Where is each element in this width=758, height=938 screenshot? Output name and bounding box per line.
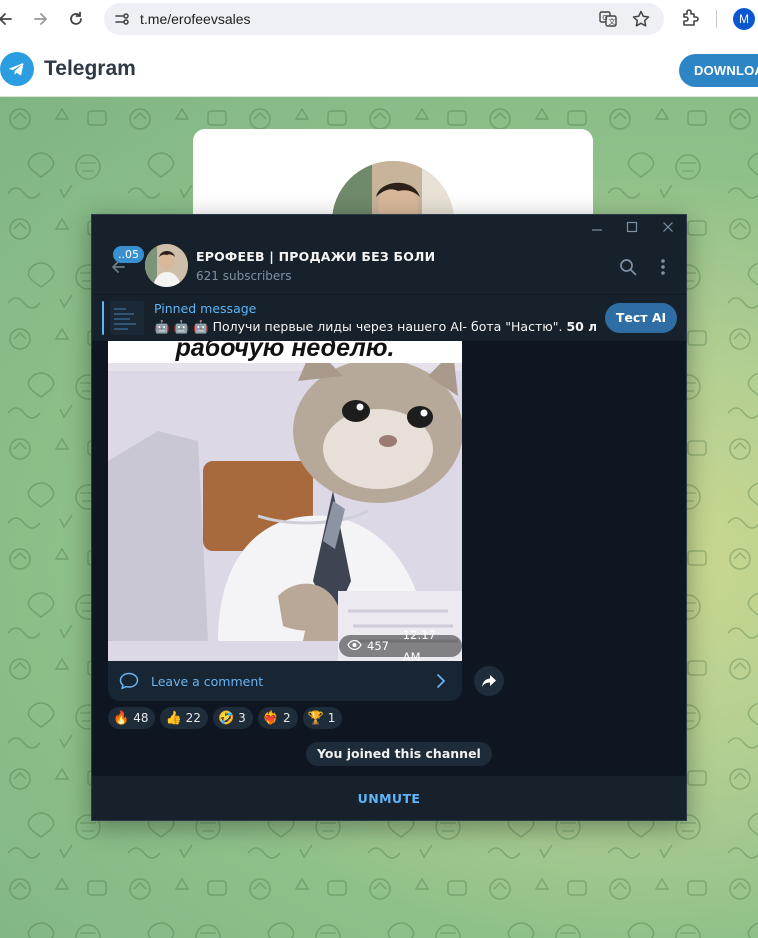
reaction-chip[interactable]: 🏆 1 — [302, 707, 343, 729]
telegram-brand-title[interactable]: Telegram — [44, 57, 136, 81]
reaction-chip[interactable]: 🤣 3 — [212, 707, 253, 729]
bookmark-star-icon[interactable] — [631, 9, 651, 33]
post-meta: 457 12:17 AM — [339, 628, 462, 661]
pinned-text: 🤖 🤖 🤖 Получи первые лиды через нашего AI… — [154, 319, 596, 334]
bottom-action-bar: UNMUTE — [92, 775, 686, 820]
post-image[interactable]: рабочую неделю. 457 12:17 AM — [108, 341, 462, 661]
message-list[interactable]: рабочую неделю. 457 12:17 AM Leave a com… — [92, 341, 686, 775]
subscriber-count: 621 subscribers — [196, 269, 292, 283]
window-titlebar[interactable] — [92, 215, 686, 239]
extensions-puzzle-icon[interactable] — [679, 7, 701, 33]
forward-share-button[interactable] — [474, 666, 504, 696]
channel-name[interactable]: ЕРОФЕЕВ | ПРОДАЖИ БЕЗ БОЛИ — [196, 249, 435, 264]
translate-icon[interactable]: G文 — [598, 9, 618, 33]
telegram-logo-icon[interactable] — [0, 52, 34, 86]
test-ai-button[interactable]: Тест AI — [605, 303, 677, 333]
leave-comment-label: Leave a comment — [151, 674, 264, 689]
svg-text:文: 文 — [609, 17, 616, 26]
pinned-title: Pinned message — [154, 301, 257, 316]
site-info-icon[interactable] — [114, 11, 130, 31]
close-icon[interactable] — [659, 218, 677, 236]
reaction-chip[interactable]: ❤️‍🔥 2 — [257, 707, 298, 729]
minimize-icon[interactable] — [588, 218, 606, 236]
post-time: 12:17 AM — [402, 628, 436, 661]
unread-count-badge: ..05 — [113, 246, 144, 263]
chat-header: ..05 ЕРОФЕЕВ | ПРОДАЖИ БЕЗ БОЛИ 621 subs… — [92, 239, 686, 295]
svg-text:G: G — [602, 14, 607, 22]
reaction-chip[interactable]: 🔥 48 — [108, 707, 156, 729]
back-icon[interactable] — [0, 7, 18, 31]
share-arrow-icon — [482, 675, 496, 687]
unmute-button[interactable]: UNMUTE — [92, 791, 686, 806]
cat-meme-illustration — [108, 341, 462, 661]
reaction-chip[interactable]: 👍 22 — [160, 707, 208, 729]
views-count: 457 — [367, 639, 389, 653]
forward-icon[interactable] — [28, 7, 52, 31]
telegram-web-header: Telegram DOWNLOAD — [0, 38, 758, 97]
meme-caption: рабочую неделю. — [108, 341, 462, 363]
joined-channel-notice: You joined this channel — [306, 742, 492, 766]
maximize-icon[interactable] — [623, 218, 641, 236]
url-text[interactable]: t.me/erofeevsales — [140, 11, 251, 27]
telegram-desktop-window: ..05 ЕРОФЕЕВ | ПРОДАЖИ БЕЗ БОЛИ 621 subs… — [91, 214, 687, 821]
channel-avatar[interactable] — [145, 244, 188, 287]
more-options-icon[interactable] — [652, 256, 674, 278]
pinned-thumbnail — [110, 301, 144, 335]
profile-avatar[interactable]: M — [733, 8, 755, 30]
download-button[interactable]: DOWNLOAD — [679, 54, 758, 87]
views-eye-icon — [347, 635, 362, 657]
toolbar-divider — [716, 10, 717, 28]
reload-icon[interactable] — [64, 7, 88, 31]
pinned-message-bar[interactable]: Pinned message 🤖 🤖 🤖 Получи первые лиды … — [92, 295, 686, 341]
chevron-right-icon — [436, 673, 446, 693]
leave-comment-button[interactable]: Leave a comment — [108, 661, 462, 701]
reactions-row: 🔥 48 👍 22 🤣 3 ❤️‍🔥 2 🏆 1 — [108, 707, 343, 729]
address-bar[interactable]: t.me/erofeevsales G文 — [104, 3, 664, 35]
comment-bubble-icon — [119, 672, 139, 694]
pinned-indicator — [102, 301, 104, 335]
search-icon[interactable] — [617, 256, 639, 278]
browser-toolbar: t.me/erofeevsales G文 M — [0, 0, 758, 38]
